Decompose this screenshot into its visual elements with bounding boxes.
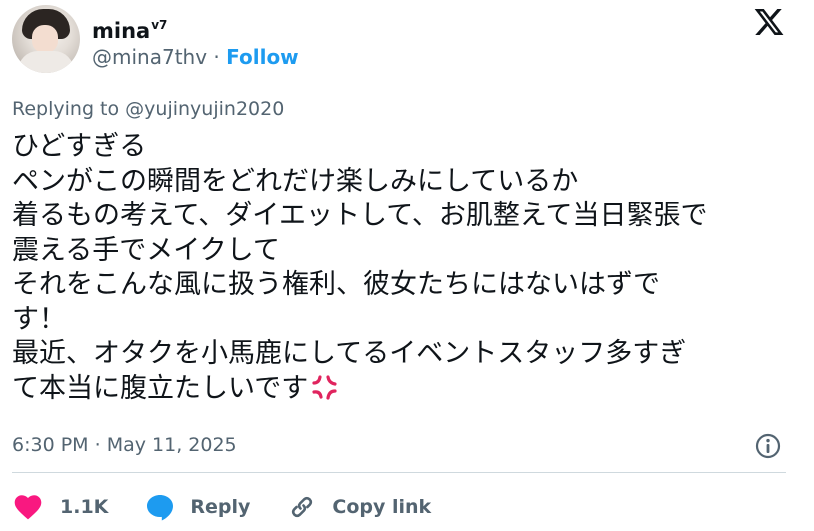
x-logo-icon[interactable]	[752, 6, 786, 38]
tweet-line: それをこんな風に扱う権利、彼女たちにはないはずで	[12, 269, 660, 300]
like-button[interactable]: 1.1K	[12, 492, 108, 522]
tweet-line-last-text: て本当に腹立たしいです	[12, 372, 309, 404]
heart-icon	[12, 492, 44, 522]
follow-button[interactable]: Follow	[226, 45, 299, 69]
author-name-text: mina	[92, 19, 151, 43]
replying-to-prefix: Replying to	[12, 98, 120, 120]
reply-bubble-icon	[144, 492, 176, 522]
timestamp-separator: ·	[94, 434, 101, 456]
author-handle[interactable]: @mina7thv	[92, 45, 207, 69]
reply-label: Reply	[190, 496, 251, 518]
tweet-date: May 11, 2025	[106, 434, 237, 456]
author-handle-row: @mina7thv · Follow	[92, 44, 299, 70]
action-bar: 1.1K Reply Copy link	[12, 490, 467, 524]
tweet-line: 最近、オタクを小馬鹿にしてるイベントスタッフ多すぎ	[12, 338, 687, 369]
handle-separator: ·	[213, 45, 220, 69]
author-display-name[interactable]: minav7	[92, 12, 167, 44]
tweet-line: 震える手でメイクして	[12, 234, 280, 266]
tweet-text: ひどすぎる ペンがこの瞬間をどれだけ楽しみにしているか 着るもの考えて、ダイエッ…	[12, 130, 802, 406]
tweet-line: ひどすぎる	[12, 131, 147, 162]
tweet-line: ペンがこの瞬間をどれだけ楽しみにしているか	[12, 165, 579, 197]
reply-button[interactable]: Reply	[144, 492, 250, 522]
info-icon[interactable]	[754, 432, 782, 460]
likes-count: 1.1K	[60, 496, 109, 518]
tweet-line: 着るもの考えて、ダイエットして、お肌整えて当日緊張で	[12, 200, 708, 231]
tweet-line-last: て本当に腹立たしいです	[12, 372, 802, 407]
divider	[12, 472, 786, 473]
avatar-face	[32, 25, 58, 53]
tweet-embed-card: minav7 @mina7thv · Follow Replying to @y…	[0, 0, 814, 531]
replying-to-handle[interactable]: @yujinyujin2020	[125, 98, 284, 120]
copy-link-label: Copy link	[332, 496, 432, 518]
link-icon	[286, 492, 318, 522]
copy-link-button[interactable]: Copy link	[286, 492, 431, 522]
tweet-timestamp[interactable]: 6:30 PM · May 11, 2025	[12, 433, 237, 457]
anger-symbol-icon	[312, 374, 337, 400]
avatar[interactable]	[12, 5, 80, 73]
tweet-time: 6:30 PM	[12, 434, 89, 456]
author-name-suffix: v7	[151, 18, 168, 32]
replying-to-line: Replying to @yujinyujin2020	[12, 97, 284, 121]
avatar-body	[18, 51, 74, 73]
tweet-line: す！	[12, 303, 66, 335]
